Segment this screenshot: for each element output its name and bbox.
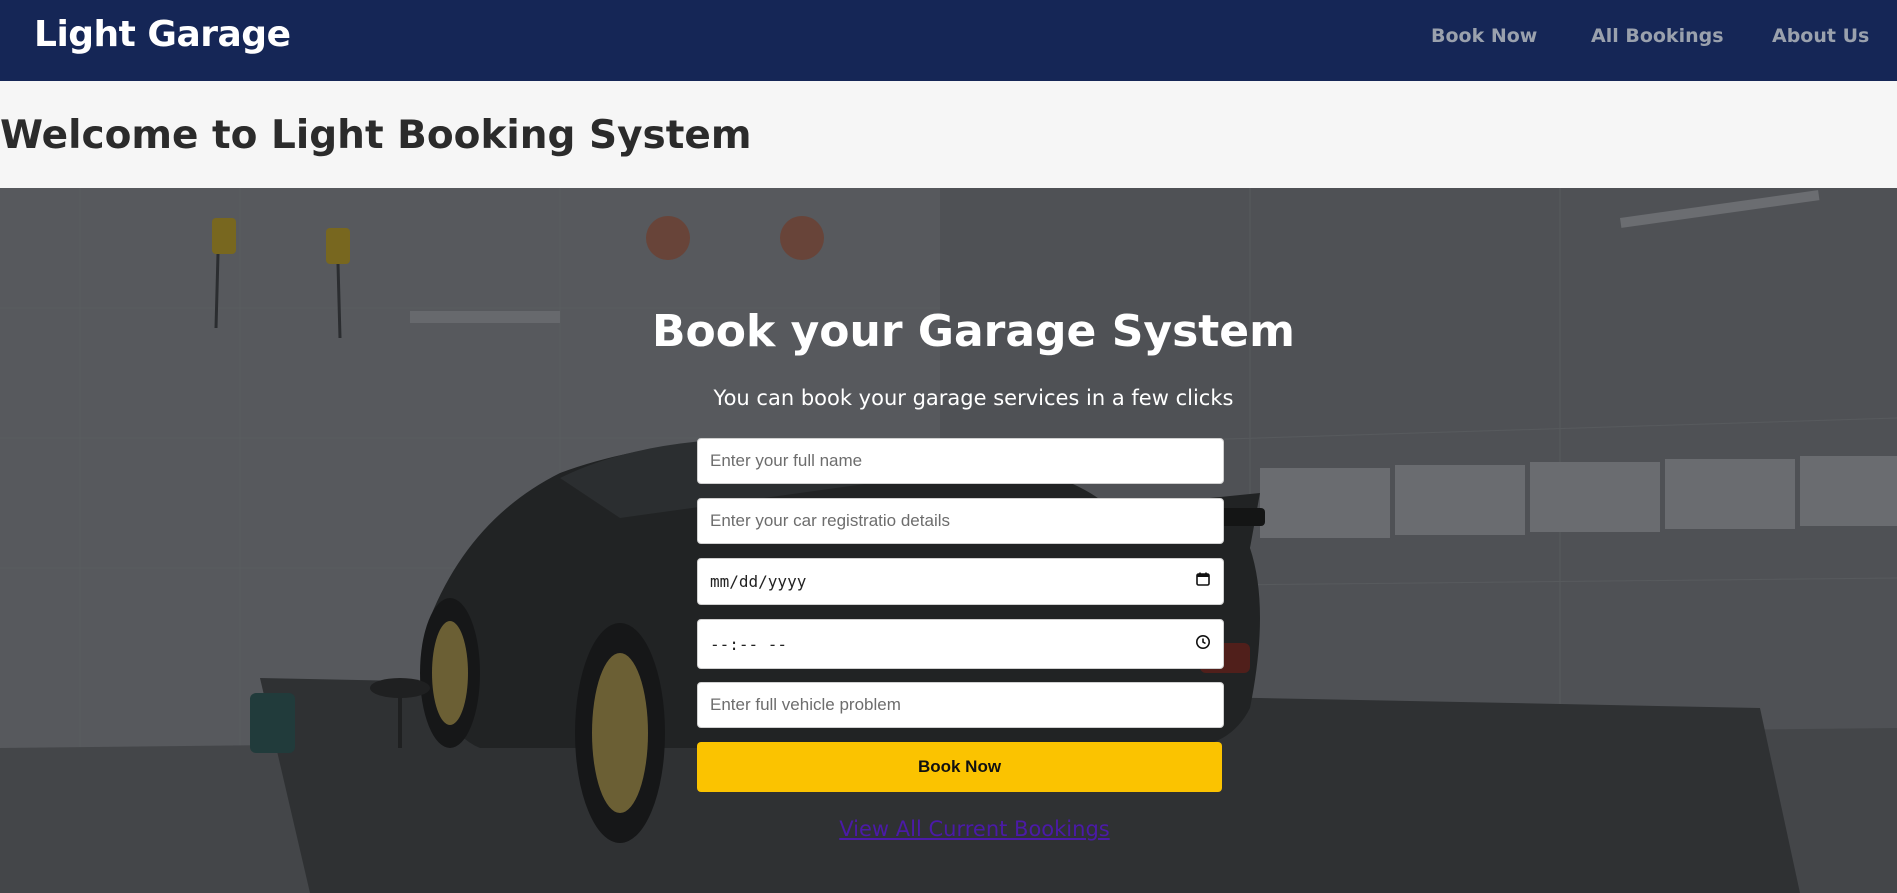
top-navbar: Light Garage Book Now All Bookings About…: [0, 0, 1897, 81]
nav-book-now[interactable]: Book Now: [1431, 25, 1537, 47]
hero-title: Book your Garage System: [652, 306, 1295, 357]
vehicle-problem-input[interactable]: Enter full vehicle problem: [697, 682, 1224, 728]
time-value: --:-- --: [710, 634, 788, 654]
time-input[interactable]: --:-- --: [697, 619, 1224, 669]
hero-subtitle: You can book your garage services in a f…: [713, 386, 1234, 410]
full-name-placeholder: Enter your full name: [710, 451, 863, 470]
calendar-icon[interactable]: [1195, 571, 1211, 592]
nav-about-us[interactable]: About Us: [1772, 25, 1869, 47]
date-input[interactable]: mm/dd/yyyy: [697, 558, 1224, 605]
clock-icon[interactable]: [1195, 634, 1211, 655]
vehicle-problem-placeholder: Enter full vehicle problem: [710, 695, 901, 714]
date-value: mm/dd/yyyy: [710, 572, 807, 591]
book-now-button[interactable]: Book Now: [697, 742, 1222, 792]
welcome-title: Welcome to Light Booking System: [0, 113, 752, 158]
view-all-bookings-link[interactable]: View All Current Bookings: [0, 817, 1897, 841]
car-registration-input[interactable]: Enter your car registratio details: [697, 498, 1224, 544]
nav-all-bookings[interactable]: All Bookings: [1591, 25, 1724, 47]
full-name-input[interactable]: Enter your full name: [697, 438, 1224, 484]
brand-logo[interactable]: Light Garage: [34, 14, 291, 55]
car-registration-placeholder: Enter your car registratio details: [710, 511, 950, 530]
